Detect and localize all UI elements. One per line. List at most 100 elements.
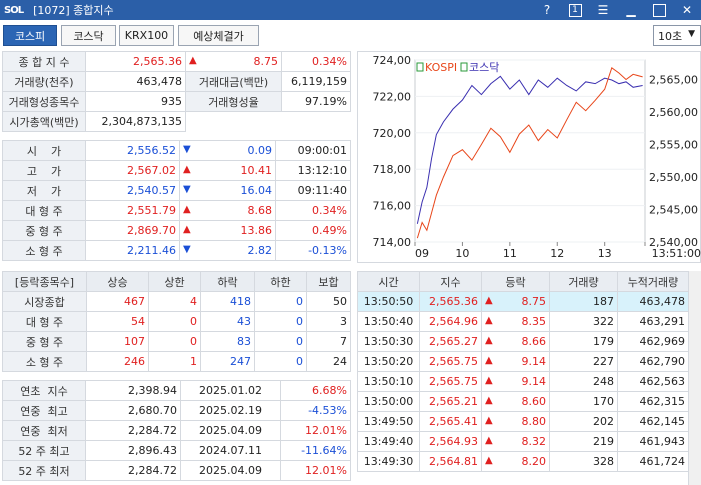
empty-cell (186, 112, 282, 132)
price-change-value: 16.04 (240, 184, 273, 197)
updown-up: 246 (86, 351, 149, 372)
price-label: 저 가 (2, 180, 86, 201)
tab-kosdaq[interactable]: 코스닥 (61, 25, 116, 46)
up-triangle-icon: ▲ (485, 435, 493, 446)
tab-expected-price[interactable]: 예상체결가 (178, 25, 259, 46)
updown-down: 247 (200, 351, 255, 372)
formed-count-label: 거래형성종목수 (2, 91, 86, 112)
price-table: 시 가 2,556.52 ▼ 0.09 09:00:01 고 가 2,567.02 ▲ 10.4… (2, 140, 351, 261)
yearly-rate: -11.64% (280, 440, 351, 461)
updown-row: 소 형 주 246 1 247 0 24 (2, 351, 351, 372)
updown-down: 43 (200, 311, 255, 332)
tick-row[interactable]: 13:50:10 2,565.75 ▲ 9.14 248 462,563 (357, 371, 689, 392)
tick-row[interactable]: 13:50:20 2,565.75 ▲ 9.14 227 462,790 (357, 351, 689, 372)
yearly-label: 52 주 최저 (2, 460, 86, 481)
close-button[interactable]: ✕ (673, 0, 701, 20)
tick-change: ▲ 8.35 (481, 311, 550, 332)
tick-row[interactable]: 13:49:30 2,564.81 ▲ 8.20 328 461,724 (357, 451, 689, 472)
tick-change: ▲ 8.75 (481, 291, 550, 312)
updown-lower: 0 (254, 351, 307, 372)
minimize-icon: ▁ (626, 3, 636, 17)
tick-index: 2,564.96 (419, 311, 482, 332)
tick-row[interactable]: 13:49:40 2,564.93 ▲ 8.32 219 461,943 (357, 431, 689, 452)
yearly-row: 연중 최저 2,284.72 2025.04.09 12.01% (2, 420, 351, 441)
tick-time: 13:50:10 (357, 371, 420, 392)
updown-down: 83 (200, 331, 255, 352)
price-change: ▼ 16.04 (179, 180, 276, 201)
index-rate: 0.34% (281, 51, 351, 72)
yearly-label: 연중 최고 (2, 400, 86, 421)
tick-row[interactable]: 13:50:40 2,564.96 ▲ 8.35 322 463,291 (357, 311, 689, 332)
updown-row: 대 형 주 54 0 43 0 3 (2, 311, 351, 332)
price-change-value: 10.41 (240, 164, 273, 177)
tick-cumulative: 462,145 (617, 411, 689, 432)
tick-cumulative: 463,478 (617, 291, 689, 312)
price-label: 대 형 주 (2, 200, 86, 221)
tick-index: 2,564.93 (419, 431, 482, 452)
page-number-button[interactable]: 1 (561, 0, 589, 20)
price-extra: -0.13% (275, 240, 351, 261)
tick-change: ▲ 8.32 (481, 431, 550, 452)
tick-header: 거래량 (549, 271, 618, 292)
right-axis-tick: 2,545,00 (649, 204, 698, 217)
tab-kospi[interactable]: 코스피 (3, 25, 57, 46)
tick-row[interactable]: 13:50:00 2,565.21 ▲ 8.60 170 462,315 (357, 391, 689, 412)
yearly-date: 2024.07.11 (180, 440, 281, 461)
price-extra: 13:12:10 (275, 160, 351, 181)
tick-row[interactable]: 13:50:50 2,565.36 ▲ 8.75 187 463,478 (357, 291, 689, 312)
updown-label: 시장종합 (2, 291, 87, 312)
price-label: 고 가 (2, 160, 86, 181)
up-triangle-icon: ▲ (485, 335, 493, 346)
price-extra: 09:00:01 (275, 140, 351, 161)
tick-change-value: 8.80 (521, 415, 547, 428)
yearly-value: 2,680.70 (85, 400, 181, 421)
tick-index: 2,565.75 (419, 371, 482, 392)
price-extra: 0.34% (275, 200, 351, 221)
yearly-rate: 6.68% (280, 380, 351, 401)
price-extra: 0.49% (275, 220, 351, 241)
price-value: 2,551.79 (85, 200, 180, 221)
menu-button[interactable]: ☰ (589, 0, 617, 20)
updown-lower: 0 (254, 331, 307, 352)
tick-row[interactable]: 13:50:30 2,565.27 ▲ 8.66 179 462,969 (357, 331, 689, 352)
up-triangle-icon: ▲ (485, 455, 493, 466)
tick-row[interactable]: 13:49:50 2,565.41 ▲ 8.80 202 462,145 (357, 411, 689, 432)
yearly-value: 2,398.94 (85, 380, 181, 401)
page-number-icon: 1 (568, 3, 582, 17)
left-axis-tick: 720,00 (373, 127, 412, 140)
help-icon: ? (543, 3, 551, 17)
yearly-row: 연초 지수 2,398.94 2025.01.02 6.68% (2, 380, 351, 401)
market-toolbar: 코스피 코스닥 KRX100 예상체결가 10초 ▼ (0, 20, 701, 50)
minimize-button[interactable]: ▁ (617, 0, 645, 20)
left-axis-tick: 722,00 (373, 90, 412, 103)
updown-header: 하락 (200, 271, 255, 292)
updown-upper: 4 (148, 291, 201, 312)
up-triangle-icon: ▲ (183, 204, 191, 215)
tab-krx100[interactable]: KRX100 (119, 25, 174, 46)
price-value: 2,567.02 (85, 160, 180, 181)
maximize-icon (652, 3, 666, 17)
help-button[interactable]: ? (533, 0, 561, 20)
right-axis-tick: 2,565,00 (649, 74, 698, 87)
legend-label-kospi: KOSPI (425, 61, 457, 74)
maximize-button[interactable] (645, 0, 673, 20)
tick-scrollbar[interactable] (688, 271, 701, 485)
updown-up: 467 (86, 291, 149, 312)
updown-flat: 24 (306, 351, 351, 372)
volume-value: 463,478 (85, 71, 186, 92)
plot-area (414, 59, 646, 243)
interval-select[interactable]: 10초 ▼ (653, 25, 701, 46)
price-change: ▼ 0.09 (179, 140, 276, 161)
tick-change-value: 8.20 (521, 455, 547, 468)
tick-volume: 202 (549, 411, 618, 432)
tick-index: 2,565.41 (419, 411, 482, 432)
intraday-chart[interactable]: 724,00 722,00 720,00 718,00 716,00 714,00 2,56… (357, 51, 701, 263)
amount-label: 거래대금(백만) (185, 71, 282, 92)
yearly-value: 2,896.43 (85, 440, 181, 461)
left-axis-tick: 716,00 (373, 200, 412, 213)
window-title: [1072] 종합지수 (33, 4, 114, 17)
down-triangle-icon: ▼ (183, 144, 191, 155)
x-axis-tick: 10 (455, 247, 469, 260)
yearly-value: 2,284.72 (85, 460, 181, 481)
updown-upper: 0 (148, 331, 201, 352)
